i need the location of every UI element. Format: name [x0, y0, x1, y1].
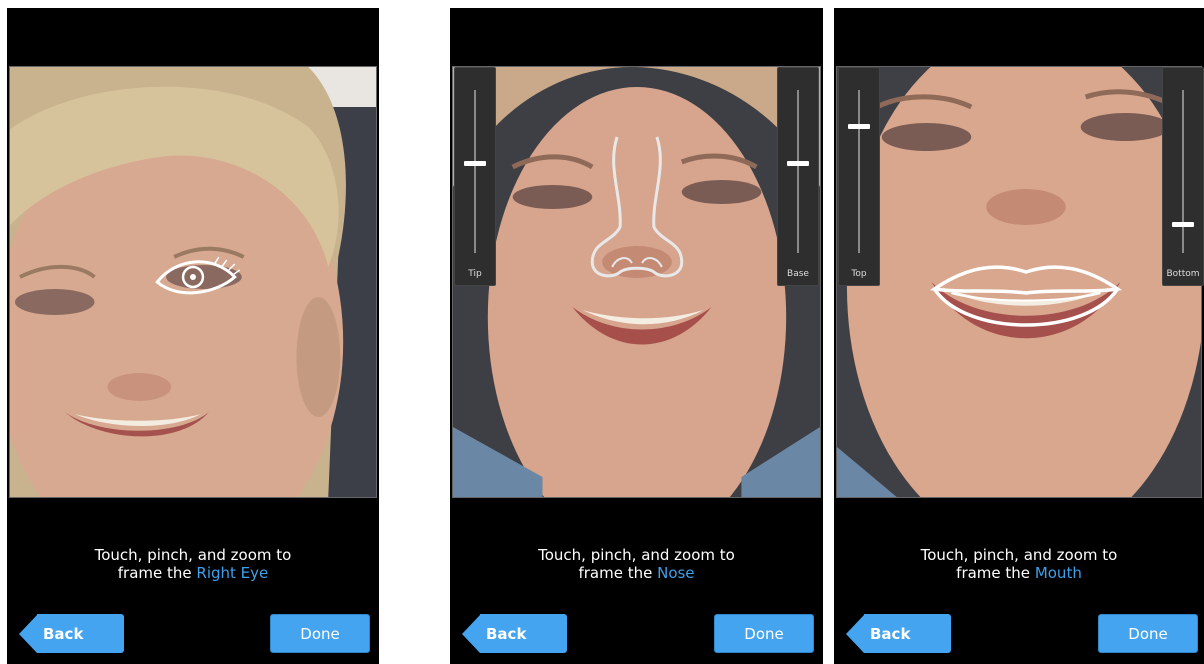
back-arrow-icon [846, 614, 864, 653]
feature-name: Right Eye [196, 564, 269, 582]
face-photo-image [453, 67, 820, 497]
back-button-label: Back [480, 614, 567, 653]
face-photo-image [837, 67, 1201, 497]
back-button[interactable]: Back [846, 614, 951, 653]
slider-label: Bottom [1166, 269, 1200, 279]
slider-track [474, 90, 476, 253]
instruction-prefix: frame the [117, 564, 197, 582]
back-button[interactable]: Back [19, 614, 124, 653]
instruction-prefix: frame the [956, 564, 1035, 582]
slider-track [797, 90, 799, 253]
slider-label: Base [787, 269, 809, 279]
instruction-text: Touch, pinch, and zoom to frame the Nose [450, 546, 823, 582]
phone-screen-right-eye: Touch, pinch, and zoom to frame the Righ… [7, 8, 379, 664]
slider-label: Tip [468, 269, 482, 279]
instruction-text: Touch, pinch, and zoom to frame the Righ… [7, 546, 379, 582]
slider-label: Top [851, 269, 867, 279]
face-photo[interactable] [836, 66, 1202, 498]
back-button-label: Back [37, 614, 124, 653]
back-button-label: Back [864, 614, 951, 653]
instruction-line-1: Touch, pinch, and zoom to [538, 546, 735, 564]
base-slider[interactable]: Base [777, 67, 819, 286]
face-photo[interactable] [9, 66, 377, 498]
slider-thumb[interactable] [1172, 221, 1194, 227]
back-arrow-icon [462, 614, 480, 653]
feature-name: Mouth [1034, 564, 1082, 582]
feature-name: Nose [657, 564, 695, 582]
back-button[interactable]: Back [462, 614, 567, 653]
face-photo-image [10, 67, 376, 497]
slider-thumb[interactable] [787, 161, 809, 167]
slider-thumb[interactable] [464, 161, 486, 167]
phone-screen-mouth: Top Bottom Touch, pinch, and zoom to fra… [834, 8, 1204, 664]
slider-thumb[interactable] [848, 123, 870, 129]
instruction-line-1: Touch, pinch, and zoom to [94, 546, 292, 564]
done-button[interactable]: Done [1098, 614, 1198, 653]
slider-track [858, 90, 860, 253]
done-button[interactable]: Done [270, 614, 370, 653]
done-button[interactable]: Done [714, 614, 814, 653]
slider-track [1182, 90, 1184, 253]
instruction-line-2: frame the Nose [450, 564, 823, 582]
face-photo[interactable] [452, 66, 821, 498]
instruction-line-1: Touch, pinch, and zoom to [920, 546, 1118, 564]
bottom-slider[interactable]: Bottom [1162, 67, 1204, 286]
tip-slider[interactable]: Tip [454, 67, 496, 286]
instruction-line-2: frame the Right Eye [7, 564, 379, 582]
top-slider[interactable]: Top [838, 67, 880, 286]
instruction-line-2: frame the Mouth [834, 564, 1204, 582]
instruction-prefix: frame the [578, 564, 658, 582]
phone-screen-nose: Tip Base Touch, pinch, and zoom to frame… [450, 8, 823, 664]
back-arrow-icon [19, 614, 37, 653]
instruction-text: Touch, pinch, and zoom to frame the Mout… [834, 546, 1204, 582]
